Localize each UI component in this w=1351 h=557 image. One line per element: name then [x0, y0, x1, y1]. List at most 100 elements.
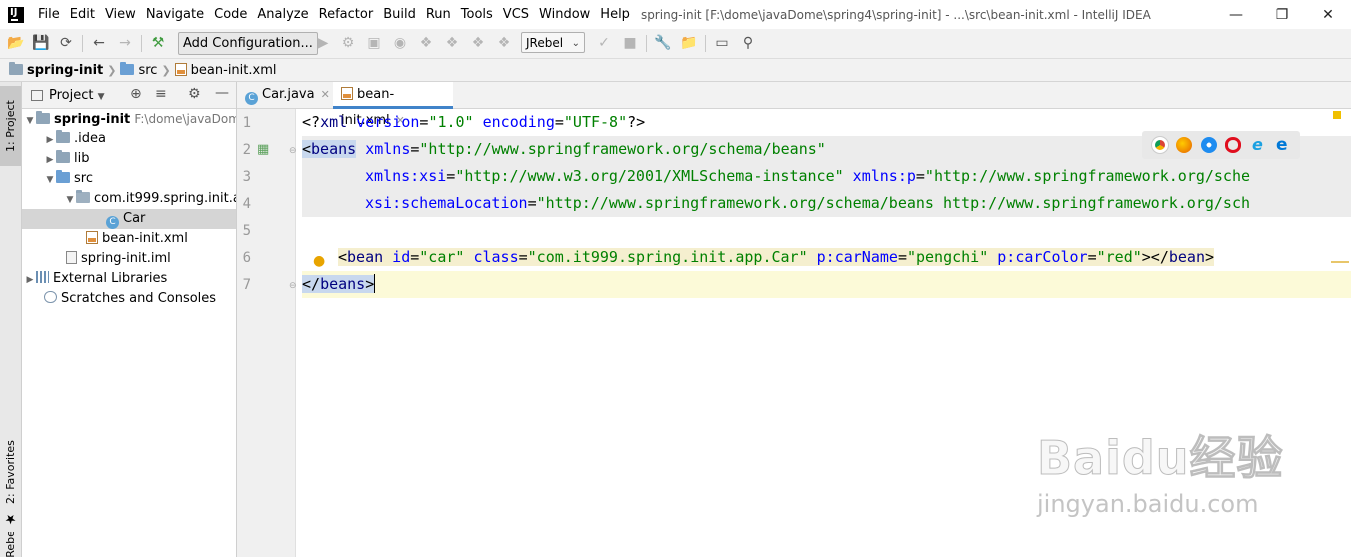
forward-arrow-icon[interactable]: → — [115, 33, 135, 53]
project-panel: Project ▼ ⊕ ≡ ⚙ — ▼ spring-init F:\dome\j… — [22, 82, 237, 557]
code-line: xmlns:xsi="http://www.w3.org/2001/XMLSch… — [302, 163, 1351, 190]
jrebel-dropdown[interactable]: JRebel ⌄ — [521, 32, 585, 53]
menu-bar: IJ File Edit View Navigate Code Analyze … — [0, 0, 1351, 29]
tree-item-bean-init-xml[interactable]: bean-init.xml — [22, 229, 236, 249]
add-configuration-button[interactable]: Add Configuration... — [178, 32, 318, 55]
terminal-window-icon[interactable]: ▭ — [712, 33, 732, 53]
tab-car-java[interactable]: C Car.java ✕ — [237, 82, 337, 108]
jrebel-tool-tab[interactable]: JRebel — [0, 532, 21, 557]
line-number: 1 — [242, 115, 251, 131]
profile-icon[interactable]: ◉ — [390, 33, 410, 53]
inspection-status-icon[interactable] — [1333, 111, 1341, 119]
menu-view[interactable]: View — [100, 0, 141, 29]
collapse-all-icon[interactable]: ≡ — [155, 86, 167, 102]
menu-window[interactable]: Window — [534, 0, 595, 29]
breadcrumb: spring-init ❯ src ❯ bean-init.xml — [0, 59, 1351, 82]
iml-file-icon — [66, 251, 77, 264]
chevron-down-icon: ⌄ — [571, 38, 580, 49]
stop-icon[interactable]: ■ — [620, 33, 640, 53]
menu-vcs[interactable]: VCS — [498, 0, 534, 29]
menu-run[interactable]: Run — [421, 0, 456, 29]
menu-file[interactable]: File — [33, 0, 65, 29]
menu-code[interactable]: Code — [209, 0, 252, 29]
menu-navigate[interactable]: Navigate — [141, 0, 209, 29]
java-class-icon: C — [106, 216, 119, 229]
close-icon[interactable]: ✕ — [1305, 0, 1351, 29]
jrebel-run-icon[interactable]: ❖ — [416, 33, 436, 53]
tree-item-package[interactable]: ▼com.it999.spring.init.app — [22, 189, 236, 209]
coverage-icon[interactable]: ▣ — [364, 33, 384, 53]
tree-item-lib[interactable]: ▶ lib — [22, 149, 236, 169]
firefox-icon[interactable] — [1176, 137, 1193, 153]
minimize-icon[interactable]: — — [1213, 0, 1259, 29]
baidu-watermark: Baidu经验 jingyan.baidu.com — [1037, 422, 1351, 519]
warning-stripe — [1331, 261, 1349, 263]
watermark-url: jingyan.baidu.com — [1037, 490, 1259, 518]
spring-bean-gutter-icon[interactable]: ▦ — [257, 142, 269, 157]
restore-icon[interactable]: ❐ — [1259, 0, 1305, 29]
locate-target-icon[interactable]: ⊕ — [130, 86, 142, 102]
menu-tools[interactable]: Tools — [456, 0, 498, 29]
tree-item-idea[interactable]: ▶ .idea — [22, 129, 236, 149]
line-number: 4 — [242, 196, 251, 212]
fold-icon[interactable]: ⊖ — [289, 281, 297, 291]
close-tab-icon[interactable]: ✕ — [321, 88, 330, 101]
settings-wrench-icon[interactable]: 🔧 — [653, 33, 673, 53]
tree-item-iml[interactable]: spring-init.iml — [22, 249, 236, 269]
gear-icon[interactable]: ⚙ — [188, 86, 201, 102]
breadcrumb-project[interactable]: spring-init — [9, 61, 103, 78]
editor-tabs: C Car.java ✕ bean-init.xml ✕ — [237, 82, 1351, 128]
rebel-check-icon[interactable]: ✓ — [594, 33, 614, 53]
project-tool-tab[interactable]: 1: Project — [0, 86, 21, 166]
build-hammer-icon[interactable]: ⚒ — [148, 33, 168, 53]
back-arrow-icon[interactable]: ← — [89, 33, 109, 53]
line-number: 7 — [242, 277, 251, 293]
xml-file-icon — [86, 231, 98, 244]
chrome-icon[interactable] — [1151, 136, 1170, 154]
menu-build[interactable]: Build — [378, 0, 421, 29]
breadcrumb-src[interactable]: src — [120, 61, 157, 78]
search-icon[interactable]: ⚲ — [738, 33, 758, 53]
run-icon[interactable]: ▶ — [313, 33, 333, 53]
tree-item-car[interactable]: C Car — [22, 209, 236, 229]
breadcrumb-file[interactable]: bean-init.xml — [174, 62, 276, 78]
hide-panel-icon[interactable]: — — [215, 85, 229, 101]
menu-refactor[interactable]: Refactor — [314, 0, 379, 29]
ie-icon[interactable]: e — [1249, 137, 1265, 153]
tree-item-external-libraries[interactable]: ▶ External Libraries — [22, 269, 236, 289]
jrebel-update-icon[interactable]: ❖ — [468, 33, 488, 53]
jrebel-dropdown-value: JRebel — [526, 36, 564, 50]
menu-help[interactable]: Help — [595, 0, 635, 29]
jrebel-debug-icon[interactable]: ❖ — [442, 33, 462, 53]
project-panel-header: Project ▼ ⊕ ≡ ⚙ — — [22, 82, 236, 109]
opera-icon[interactable] — [1225, 137, 1242, 153]
fold-icon[interactable]: ⊖ — [289, 146, 297, 156]
favorites-tool-tab[interactable]: 2: Favorites — [0, 432, 21, 512]
java-class-icon: C — [245, 92, 258, 105]
open-folder-icon[interactable]: 📂 — [6, 33, 26, 53]
edge-icon[interactable]: e — [1274, 137, 1290, 154]
save-icon[interactable]: 💾 — [31, 33, 51, 53]
tree-item-scratches[interactable]: Scratches and Consoles — [22, 289, 236, 309]
safari-icon[interactable] — [1200, 137, 1217, 153]
tree-item-project-root[interactable]: ▼ spring-init F:\dome\javaDom — [22, 109, 236, 129]
menu-edit[interactable]: Edit — [65, 0, 100, 29]
jrebel-sync-icon[interactable]: ❖ — [494, 33, 514, 53]
package-icon — [76, 190, 90, 203]
project-view-icon — [31, 89, 43, 101]
sync-icon[interactable]: ⟳ — [56, 33, 76, 53]
tab-bean-init-xml[interactable]: bean-init.xml ✕ — [333, 82, 453, 128]
intellij-logo-icon: IJ — [8, 6, 24, 23]
project-structure-icon[interactable]: 📁 — [679, 33, 699, 53]
menu-analyze[interactable]: Analyze — [252, 0, 313, 29]
line-number: 2 — [242, 142, 251, 158]
debug-icon[interactable]: ⚙ — [338, 33, 358, 53]
folder-icon — [56, 150, 70, 163]
code-line: xsi:schemaLocation="http://www.springfra… — [302, 190, 1351, 217]
project-view-selector[interactable]: Project ▼ — [49, 88, 105, 103]
open-in-browser-bar: e e — [1142, 131, 1300, 159]
source-folder-icon — [56, 170, 70, 183]
line-number: 5 — [242, 223, 251, 239]
line-number: 3 — [242, 169, 251, 185]
tree-item-src[interactable]: ▼ src — [22, 169, 236, 189]
